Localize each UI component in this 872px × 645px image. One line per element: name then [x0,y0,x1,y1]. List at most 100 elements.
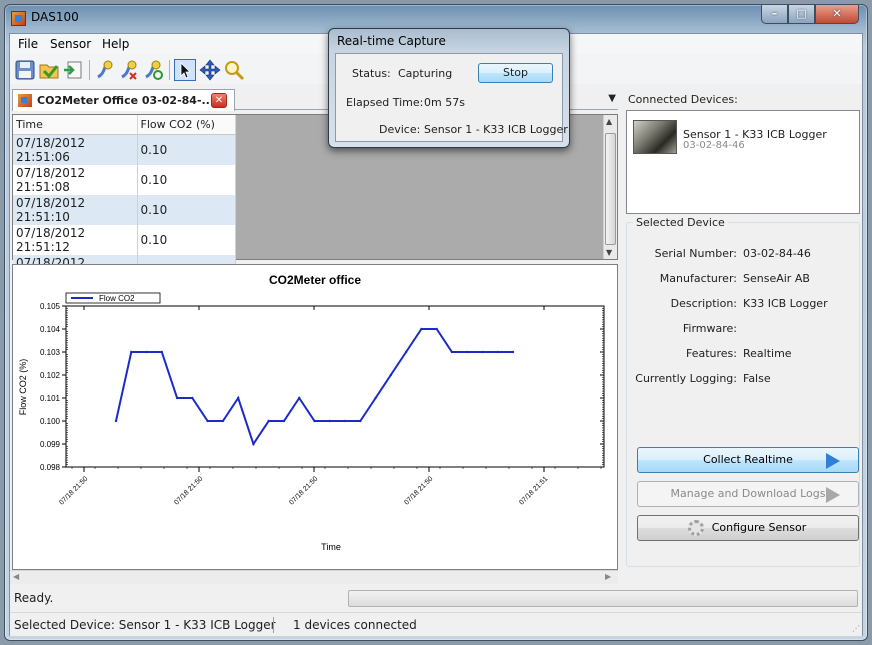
scroll-left-icon[interactable]: ◀ [13,572,19,581]
connected-devices-list[interactable]: Sensor 1 - K33 ICB Logger 03-02-84-46 [626,110,860,214]
prop-label: Firmware: [682,322,737,335]
data-point [374,396,377,400]
data-point [465,350,469,354]
data-point [206,419,209,423]
menu-file[interactable]: File [18,37,38,51]
connected-devices-label: Connected Devices: [628,93,738,106]
data-panel: CO2Meter Office 03-02-84-... ✕ ▼ Time Fl… [12,88,618,570]
minimize-button[interactable]: – [761,5,788,24]
selected-device-group: Selected Device Serial Number: 03-02-84-… [626,216,861,567]
stop-button[interactable]: Stop [478,63,553,83]
close-button[interactable]: ✕ [815,5,859,24]
play-icon [826,487,840,503]
export-icon[interactable] [62,59,84,81]
resize-grip-icon[interactable]: ⋰ [852,624,860,633]
collect-realtime-button[interactable]: Collect Realtime [637,447,859,473]
prop-value: False [743,372,771,385]
data-point [481,350,484,354]
prop-label: Serial Number: [654,247,737,260]
chart-title: CO2Meter office [269,273,361,287]
y-tick-label: 0.105 [40,302,61,311]
table-row[interactable]: 07/18/2012 21:51:06 0.10 [13,134,236,165]
document-icon [18,94,32,107]
tab-label: CO2Meter Office 03-02-84-... [37,94,215,107]
data-point [313,419,316,423]
data-point [175,396,179,400]
chart-legend: Flow CO2 [65,292,161,304]
realtime-capture-dialog[interactable]: Real-time Capture Status: Capturing Stop… [328,28,570,148]
data-point [130,350,133,354]
table-row[interactable]: 07/18/2012 21:51:12 0.10 [13,224,236,255]
device-value: Sensor 1 - K33 ICB Logger [424,123,568,136]
save-icon[interactable] [14,59,36,81]
x-tick-label: 07/18 21:50 [173,475,204,506]
selected-device-status: Selected Device: Sensor 1 - K33 ICB Logg… [14,618,276,632]
app-icon [11,11,26,26]
sensor-disconnect-icon[interactable] [118,59,140,81]
x-tick-label: 07/18 21:50 [58,475,89,506]
cell-flow: 0.10 [137,164,236,195]
grid-vertical-scrollbar[interactable]: ▲ ▼ [603,115,617,259]
sensor-refresh-icon[interactable] [142,59,164,81]
pan-icon[interactable] [199,59,221,81]
column-header-flow-co2[interactable]: Flow CO2 (%) [137,115,236,135]
data-point [420,327,423,331]
dialog-body: Status: Capturing Stop Elapsed Time: 0m … [335,53,568,142]
prop-features: Features: Realtime [627,347,861,361]
prop-label: Features: [685,347,737,360]
configure-sensor-button[interactable]: Configure Sensor [637,515,859,541]
cell-time: 07/18/2012 21:51:06 [13,134,138,165]
status-strip: Ready. [10,585,862,611]
prop-currently-logging: Currently Logging: False [627,372,861,386]
data-point [191,396,194,400]
data-point [298,396,301,400]
plot-area [65,305,605,468]
configure-sensor-label: Configure Sensor [711,521,807,534]
data-point [160,350,164,354]
data-point [267,419,270,423]
sensor-connect-icon[interactable] [94,59,116,81]
data-point [389,373,393,377]
scroll-up-icon[interactable]: ▲ [606,117,612,126]
progress-bar [348,590,858,607]
menu-sensor[interactable]: Sensor [50,37,91,51]
y-tick-label: 0.103 [40,348,61,357]
chart-panel[interactable]: CO2Meter office Time Flow CO2 (%) 0.098 0… [12,264,618,570]
scroll-right-icon[interactable]: ▶ [605,572,611,581]
selected-device-title: Selected Device [633,216,728,229]
open-folder-icon[interactable] [38,59,60,81]
tab-co2meter-office[interactable]: CO2Meter Office 03-02-84-... ✕ [12,89,235,111]
device-label: Device: [379,123,421,136]
tab-list-dropdown-icon[interactable]: ▼ [608,93,616,104]
scroll-down-icon[interactable]: ▼ [606,248,612,257]
manage-download-logs-button[interactable]: Manage and Download Logs [637,481,859,507]
status-value: Capturing [398,67,453,80]
data-point [343,419,347,423]
device-panel: Connected Devices: Sensor 1 - K33 ICB Lo… [624,88,862,570]
tab-close-icon[interactable]: ✕ [211,93,227,108]
table-row[interactable]: 07/18/2012 21:51:10 0.10 [13,194,236,225]
prop-value: 03-02-84-46 [743,247,811,260]
status-bar: Selected Device: Sensor 1 - K33 ICB Logg… [10,612,862,636]
x-tick-label: 07/18 21:51 [518,475,549,506]
y-tick-label: 0.099 [40,440,61,449]
prop-label: Currently Logging: [635,372,737,385]
menu-help[interactable]: Help [102,37,129,51]
horizontal-scrollbar[interactable]: ◀ ▶ [10,570,618,584]
prop-value: K33 ICB Logger [743,297,828,310]
play-icon [826,453,840,469]
device-thumbnail-icon[interactable] [633,120,677,154]
cell-time: 07/18/2012 21:51:08 [13,164,138,195]
status-label: Status: [352,67,391,80]
prop-value: Realtime [743,347,792,360]
data-point [435,327,438,331]
scroll-thumb[interactable] [605,133,616,245]
line-chart[interactable]: CO2Meter office Time Flow CO2 (%) 0.098 0… [13,265,617,569]
prop-manufacturer: Manufacturer: SenseAir AB [627,272,861,286]
table-row[interactable]: 07/18/2012 21:51:08 0.10 [13,164,236,195]
column-header-time[interactable]: Time [13,115,138,135]
pointer-icon[interactable] [174,59,196,81]
maximize-button[interactable]: □ [788,5,815,24]
zoom-icon[interactable] [223,59,245,81]
data-point [511,350,515,354]
